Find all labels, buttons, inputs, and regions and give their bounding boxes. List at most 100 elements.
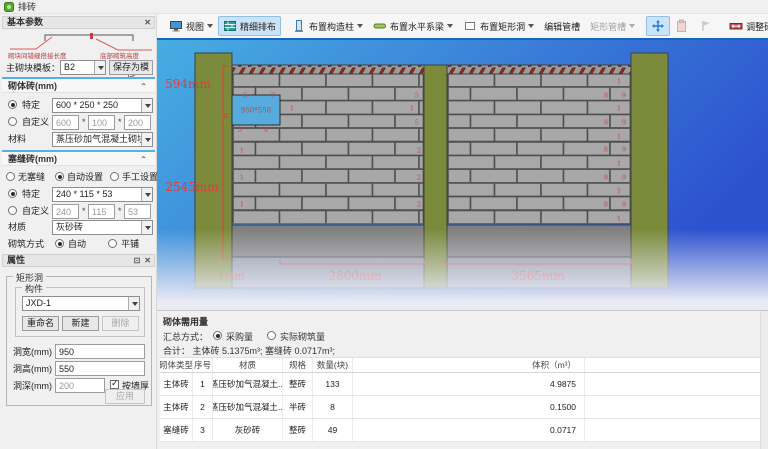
chevron-down-icon xyxy=(141,99,152,112)
dock-icon[interactable]: ⊡ xyxy=(134,255,141,266)
svg-text:9: 9 xyxy=(622,118,626,126)
chevron-down-icon xyxy=(447,24,453,31)
table-cell: 塞缝砖 xyxy=(160,419,193,441)
section-joint-brick[interactable]: 塞缝砖(mm)⌃ xyxy=(2,152,155,166)
table-cell: 主体砖 xyxy=(160,396,193,418)
joint-custom-length-field[interactable] xyxy=(124,204,151,219)
svg-text:1: 1 xyxy=(617,77,621,85)
table-filler xyxy=(585,396,760,418)
joint-auto-radio[interactable] xyxy=(55,172,64,181)
svg-text:8: 8 xyxy=(604,91,608,99)
opening-size-label: 950*550 xyxy=(241,107,271,115)
body-custom-length-field[interactable] xyxy=(124,115,151,130)
toolbar-place-structural-column-button[interactable]: 布置构造柱 xyxy=(287,16,368,36)
lay-tile-label: 平铺 xyxy=(121,237,139,251)
svg-text:5: 5 xyxy=(415,118,419,126)
body-custom-width-field[interactable] xyxy=(52,115,79,130)
joint-none-label: 无塞缝 xyxy=(18,170,45,184)
joint-none-radio[interactable] xyxy=(6,172,15,181)
joint-custom-height-field[interactable] xyxy=(88,204,115,219)
toolbar-place-rect-hole-button[interactable]: 布置矩形洞 xyxy=(458,16,539,36)
body-specific-radio[interactable] xyxy=(8,100,17,109)
collapse-icon[interactable]: ⌃ xyxy=(140,80,147,94)
vertical-scrollbar[interactable] xyxy=(760,311,768,449)
table-cell: 灰砂砖 xyxy=(213,419,283,441)
new-button[interactable]: 新建 xyxy=(62,316,99,331)
joint-specific-label: 特定 xyxy=(22,187,40,201)
svg-text:1: 1 xyxy=(617,186,621,194)
joint-custom-width-field[interactable] xyxy=(52,204,79,219)
component-group: 构件 JXD-1 重命名 新建 删除 xyxy=(15,287,145,337)
svg-text:1: 1 xyxy=(617,132,621,140)
joint-custom-label: 自定义 xyxy=(22,204,49,218)
joint-specific-select[interactable]: 240 * 115 * 53 xyxy=(52,187,153,202)
chevron-down-icon xyxy=(94,61,105,74)
svg-text:4: 4 xyxy=(264,125,268,133)
move-icon xyxy=(651,19,665,33)
close-icon[interactable]: ✕ xyxy=(144,255,151,266)
svg-text:2: 2 xyxy=(417,200,421,208)
lay-tile-radio[interactable] xyxy=(108,239,117,248)
table-cell: 整砖 xyxy=(283,373,313,395)
section-body-brick[interactable]: 砌体砖(mm)⌃ xyxy=(2,79,155,93)
body-custom-height-field[interactable] xyxy=(88,115,115,130)
lay-method-label: 砌筑方式 xyxy=(8,237,44,251)
save-as-template-button[interactable]: 保存为模板 xyxy=(109,60,153,75)
chevron-down-icon xyxy=(207,24,213,31)
chevron-down-icon xyxy=(141,188,152,201)
table-cell: 整砖 xyxy=(283,419,313,441)
joint-auto-label: 自动设置 xyxy=(67,170,103,184)
chevron-down-icon xyxy=(141,221,152,234)
hole-depth-label: 洞深(mm) xyxy=(13,379,52,393)
toolbar-place-horizontal-beam-button[interactable]: 布置水平系梁 xyxy=(368,16,458,36)
purchase-qty-radio[interactable] xyxy=(213,331,222,340)
table-row[interactable]: 塞缝砖3灰砂砖整砖490.0717 xyxy=(160,419,760,442)
hole-width-label: 洞宽(mm) xyxy=(13,345,52,359)
close-icon[interactable]: ✕ xyxy=(144,17,151,28)
table-cell: 0.1500 xyxy=(353,396,585,418)
hole-height-field[interactable] xyxy=(55,361,145,376)
actual-qty-radio[interactable] xyxy=(267,331,276,340)
dimension-text: 3565mm xyxy=(511,269,565,283)
table-cell: 133 xyxy=(313,373,353,395)
toolbar-edit-pipe-slot-button[interactable]: 编辑管槽 xyxy=(539,16,585,36)
chevron-down-icon xyxy=(128,297,139,310)
joint-custom-radio[interactable] xyxy=(8,206,17,215)
body-material-select[interactable]: 蒸压砂加气混凝土砌块 xyxy=(52,132,153,147)
drawing-canvas[interactable]: 950*550594mm2545mm4mm2800mm3565mm6751153… xyxy=(157,38,768,310)
main-template-label: 主砌块模板： xyxy=(6,61,60,75)
hole-depth-field[interactable] xyxy=(55,378,105,393)
table-row[interactable]: 主体砖2蒸压砂加气混凝土...半砖80.1500 xyxy=(160,396,760,419)
svg-text:1: 1 xyxy=(290,104,294,112)
total-text: 合计： 主体砖 5.1375m³; 塞缝砖 0.0717m³; xyxy=(163,344,335,357)
toolbar-label: 编辑管槽 xyxy=(544,20,580,33)
joint-specific-radio[interactable] xyxy=(8,189,17,198)
joint-manual-radio[interactable] xyxy=(110,172,119,181)
lay-auto-radio[interactable] xyxy=(55,239,64,248)
table-row[interactable]: 主体砖1蒸压砂加气混凝土...整砖1334.9875 xyxy=(160,373,760,396)
hole-width-field[interactable] xyxy=(55,344,145,359)
toolbar-adjust-brick-length-button[interactable]: 调整砖长 xyxy=(724,16,768,36)
joint-material-select[interactable]: 灰砂砖 xyxy=(52,220,153,235)
toolbar-fine-layout-button[interactable]: 精细排布 xyxy=(218,16,281,36)
toolbar-label: 布置矩形洞 xyxy=(480,20,525,33)
main-template-select[interactable]: B2 xyxy=(60,60,106,75)
collapse-icon[interactable]: ⌃ xyxy=(140,153,147,167)
column-icon xyxy=(292,19,306,33)
svg-text:1: 1 xyxy=(240,173,244,181)
replace-brick-icon xyxy=(675,19,689,33)
toolbar-move-button[interactable] xyxy=(646,16,670,36)
toolbar-label: 布置水平系梁 xyxy=(390,20,444,33)
component-select[interactable]: JXD-1 xyxy=(22,296,140,311)
table-cell: 4.9875 xyxy=(353,373,585,395)
body-specific-select[interactable]: 600 * 250 * 250 xyxy=(52,98,153,113)
dimension-text: 4mm xyxy=(217,270,245,283)
beam-icon xyxy=(373,19,387,33)
rename-button[interactable]: 重命名 xyxy=(22,316,59,331)
joint-manual-label: 手工设置 xyxy=(122,170,158,184)
by-wall-thickness-checkbox[interactable] xyxy=(110,380,119,389)
toolbar-label: 调整砖长 xyxy=(746,20,768,33)
body-custom-radio[interactable] xyxy=(8,117,17,126)
toolbar-view-button[interactable]: 视图 xyxy=(164,16,218,36)
wall-elevation-drawing: 950*550594mm2545mm4mm2800mm3565mm6751153… xyxy=(157,40,768,310)
